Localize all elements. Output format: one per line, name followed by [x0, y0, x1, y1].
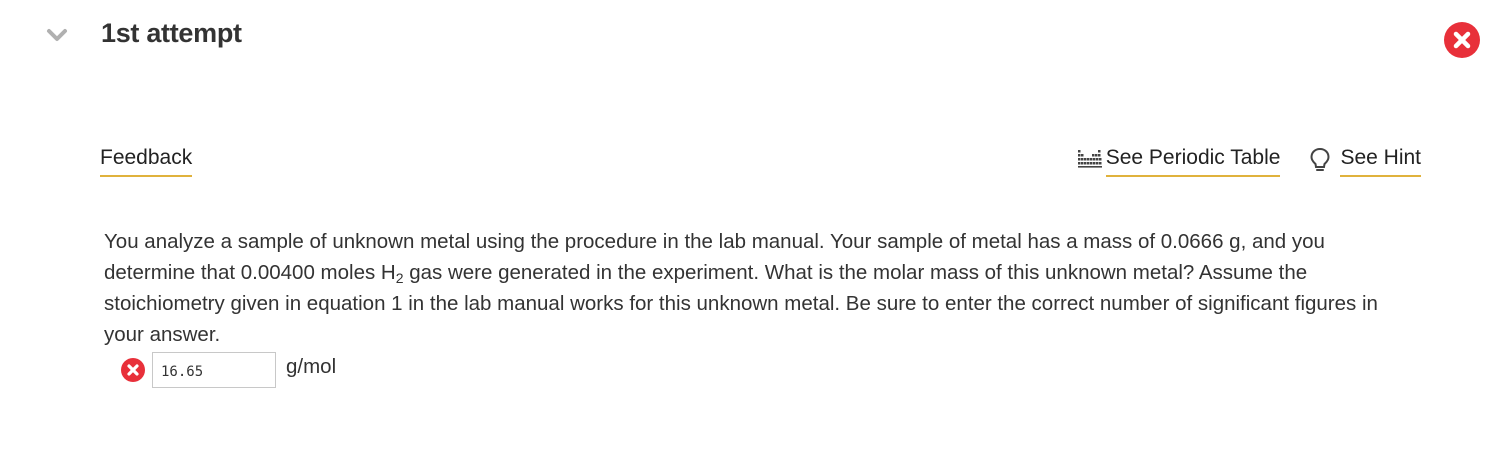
- question-text: You analyze a sample of unknown metal us…: [104, 226, 1414, 350]
- chevron-down-icon[interactable]: [44, 24, 70, 46]
- answer-unit: g/mol: [286, 355, 337, 378]
- feedback-link[interactable]: Feedback: [100, 146, 193, 177]
- attempt-header: 1st attempt: [0, 0, 1505, 90]
- lightbulb-icon: [1310, 147, 1330, 171]
- error-x-icon: [1444, 22, 1480, 58]
- see-hint-link[interactable]: See Hint: [1306, 146, 1421, 177]
- answer-row: g/mol: [121, 352, 336, 388]
- periodic-table-icon: [1077, 150, 1102, 168]
- attempt-title: 1st attempt: [101, 18, 242, 48]
- answer-input[interactable]: [152, 352, 276, 388]
- error-x-icon: [121, 358, 145, 382]
- see-hint-label: See Hint: [1340, 146, 1421, 177]
- see-periodic-table-label: See Periodic Table: [1105, 146, 1281, 177]
- see-periodic-table-link[interactable]: See Periodic Table: [1076, 146, 1281, 177]
- tools-bar: See Periodic Table See Hint: [1076, 146, 1421, 177]
- question-subscript: 2: [395, 270, 404, 286]
